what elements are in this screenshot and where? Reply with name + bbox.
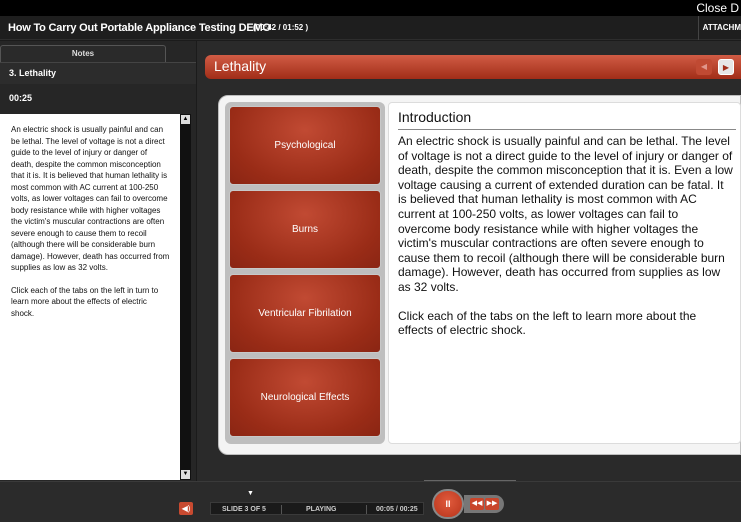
notes-paragraph: An electric shock is usually painful and… xyxy=(11,125,170,272)
notes-paragraph: Click each of the tabs on the left in tu… xyxy=(11,285,159,318)
tab-column: Psychological Burns Ventricular Fibrilat… xyxy=(225,102,385,444)
notes-scrollbar[interactable]: ▲ ▼ xyxy=(180,114,191,480)
skip-forward-icon[interactable]: ▶▶ xyxy=(485,498,499,510)
notes-tab[interactable]: Notes xyxy=(0,45,166,62)
progress-track[interactable]: SLIDE 3 OF 5 PLAYING 00:05 / 00:25 xyxy=(210,502,424,515)
scroll-down-arrow-icon[interactable]: ▼ xyxy=(181,470,190,479)
notes-sidebar: Notes 3. Lethality 00:25 An electric sho… xyxy=(0,41,196,481)
course-title-bar: How To Carry Out Portable Appliance Test… xyxy=(0,16,741,40)
progress-marker-icon[interactable]: ▼ xyxy=(247,490,254,497)
next-slide-icon[interactable]: ▶ xyxy=(718,59,734,75)
progress-divider xyxy=(366,505,367,514)
pause-icon[interactable]: II xyxy=(432,489,464,519)
scroll-up-arrow-icon[interactable]: ▲ xyxy=(181,115,190,124)
course-title: How To Carry Out Portable Appliance Test… xyxy=(8,22,271,34)
content-text-panel: Introduction An electric shock is usuall… xyxy=(388,102,741,444)
skip-controls: ◀◀ ▶▶ xyxy=(464,495,504,513)
course-timer: (00:42 / 01:52 ) xyxy=(253,23,309,32)
playback-time: 00:05 / 00:25 xyxy=(376,506,418,513)
slide-title: Lethality xyxy=(214,58,267,74)
content-paragraph: An electric shock is usually painful and… xyxy=(398,134,733,294)
content-frame: Psychological Burns Ventricular Fibrilat… xyxy=(218,95,741,455)
volume-icon[interactable]: ◀) xyxy=(179,502,193,515)
slide-title-bar: Lethality ◀ ▶ xyxy=(205,55,741,79)
sidebar-slide-time: 00:25 xyxy=(9,93,33,103)
player-control-bar: ◀) SLIDE 3 OF 5 PLAYING 00:05 / 00:25 ▼ … xyxy=(0,480,741,522)
content-body: An electric shock is usually painful and… xyxy=(398,134,734,352)
previous-slide-icon[interactable]: ◀ xyxy=(696,59,712,75)
heading-divider xyxy=(398,129,736,130)
top-window-bar: Close D xyxy=(0,0,741,16)
close-button[interactable]: Close D xyxy=(696,0,741,16)
content-paragraph: Click each of the tabs on the left to le… xyxy=(398,308,697,338)
tab-ventricular-fibrilation[interactable]: Ventricular Fibrilation xyxy=(229,274,381,353)
control-bar-notch xyxy=(424,480,516,490)
slide-heading-row: 3. Lethality xyxy=(0,62,196,84)
playback-state: PLAYING xyxy=(306,506,337,513)
slide-counter: SLIDE 3 OF 5 xyxy=(222,506,266,513)
content-heading: Introduction xyxy=(398,109,472,125)
tab-psychological[interactable]: Psychological xyxy=(229,106,381,185)
skip-back-icon[interactable]: ◀◀ xyxy=(470,498,484,510)
attachments-button[interactable]: ATTACHM xyxy=(697,16,741,40)
tab-neurological-effects[interactable]: Neurological Effects xyxy=(229,358,381,437)
tab-burns[interactable]: Burns xyxy=(229,190,381,269)
sidebar-slide-title: 3. Lethality xyxy=(9,68,57,78)
notes-text-box: An electric shock is usually painful and… xyxy=(0,114,180,480)
progress-divider xyxy=(281,505,282,514)
slide-stage: Lethality ◀ ▶ Psychological Burns Ventri… xyxy=(197,41,741,481)
